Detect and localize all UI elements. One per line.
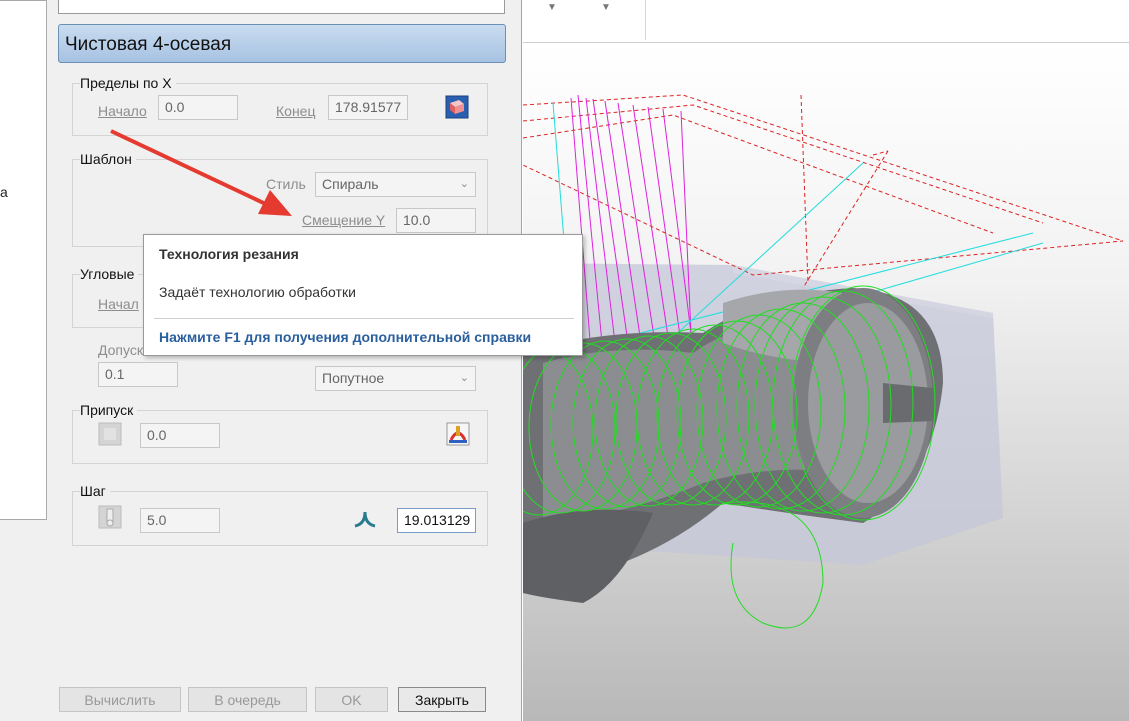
chevron-down-icon: ⌄ [459,372,469,384]
toolbar-separator [645,0,646,40]
cusp-icon [353,508,377,532]
allowance-title: Припуск [80,402,138,418]
calculate-button[interactable]: Вычислить [59,687,181,712]
x-start-label[interactable]: Начало [98,103,147,119]
tooltip: Технология резания Задаёт технологию обр… [143,234,583,356]
cut-direction-select[interactable]: Попутное ⌄ [315,366,476,391]
offset-y-label[interactable]: Смещение Y [302,212,385,228]
x-end-field[interactable]: 178.91577 [328,95,408,120]
step-title: Шаг [80,483,110,499]
toolbar: ▼ ▼ [523,0,1129,43]
angular-title: Угловые [80,266,139,282]
offset-y-field[interactable]: 10.0 [396,208,476,233]
tolerance-field[interactable]: 0.1 [98,362,178,387]
cusp-height-field[interactable]: 19.013129 [397,508,476,533]
x-end-label[interactable]: Конец [276,103,315,119]
boundary-outline [523,94,1124,289]
tree-item-fragment: а [0,184,8,200]
queue-button[interactable]: В очередь [188,687,307,712]
allowance-field[interactable]: 0.0 [140,423,220,448]
model-render [523,94,1124,629]
top-field-strip [58,0,505,14]
tool-icon[interactable] [98,505,122,529]
allowance-group [72,410,488,464]
cut-direction-value: Попутное [322,370,385,386]
tree-panel: а [0,0,47,520]
style-select[interactable]: Спираль ⌄ [315,172,476,197]
tooltip-body: Задаёт технологию обработки [159,284,356,300]
angular-start-label[interactable]: Начал [98,296,139,312]
tooltip-title: Технология резания [159,246,299,262]
chevron-down-icon[interactable]: ▼ [547,2,557,13]
dialog-panel: а Чистовая 4-осевая Пределы по X Начало … [0,0,522,721]
dialog-title: Чистовая 4-осевая [58,24,506,63]
ok-button[interactable]: OK [315,687,388,712]
step-field[interactable]: 5.0 [140,508,220,533]
close-button[interactable]: Закрыть [398,687,486,712]
bounding-box-icon[interactable] [445,95,469,119]
style-select-value: Спираль [322,176,379,192]
allowance-icon[interactable] [446,422,470,446]
x-limits-title: Пределы по X [80,75,176,91]
tolerance-label: Допуск [98,342,143,358]
tooltip-divider [154,318,574,319]
x-start-field[interactable]: 0.0 [158,95,238,120]
style-label: Стиль [266,176,306,192]
allowance-toggle-icon[interactable] [98,422,122,446]
template-title: Шаблон [80,151,136,167]
3d-viewport[interactable] [523,43,1129,721]
chevron-down-icon[interactable]: ▼ [601,2,611,13]
chevron-down-icon: ⌄ [459,178,469,190]
tooltip-help: Нажмите F1 для получения дополнительной … [159,329,532,345]
